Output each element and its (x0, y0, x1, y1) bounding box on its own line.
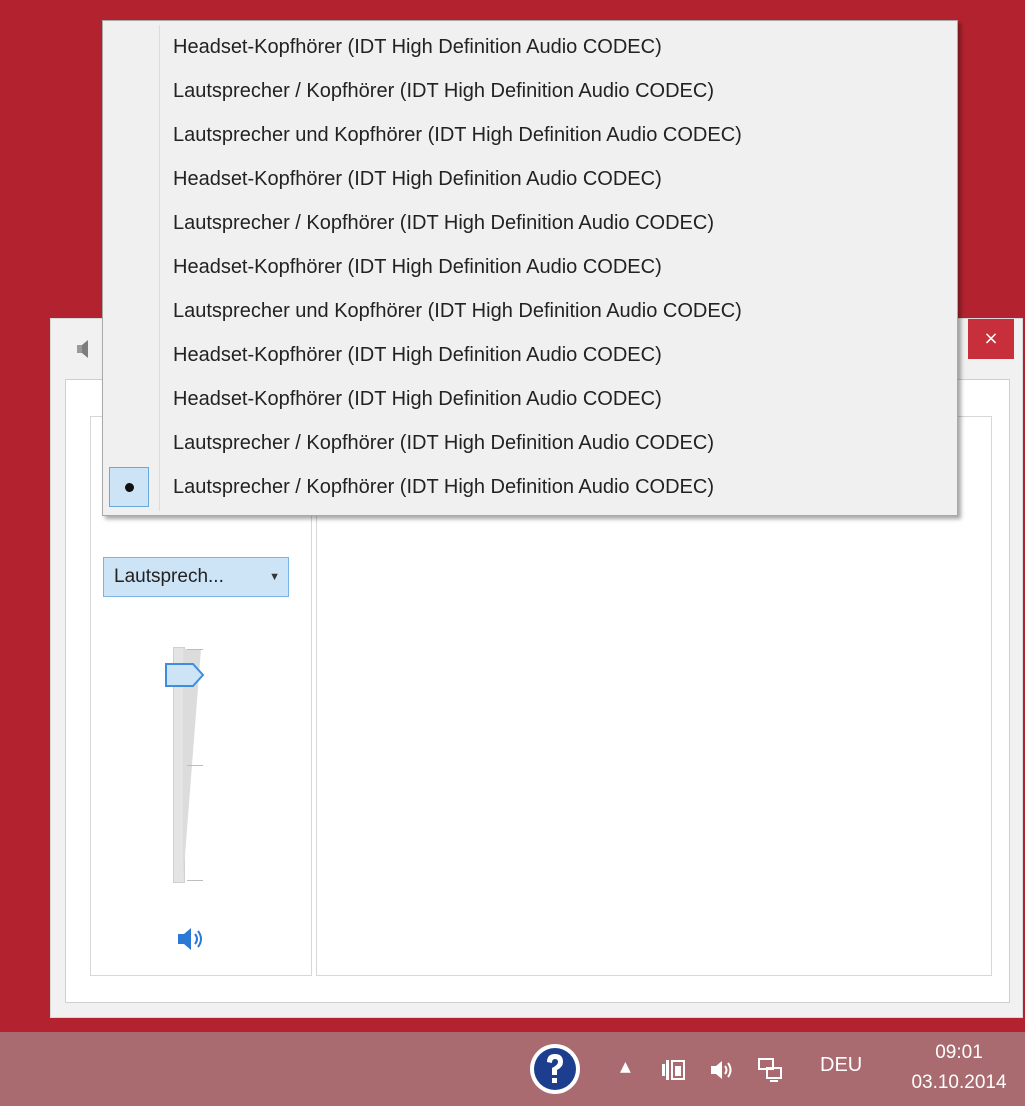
clock-time[interactable]: 09:01 (896, 1042, 1022, 1064)
power-icon[interactable] (660, 1056, 688, 1084)
menu-item-label: Lautsprecher und Kopfhörer (IDT High Def… (173, 124, 742, 146)
network-icon[interactable] (756, 1056, 784, 1084)
menu-item-label: Headset-Kopfhörer (IDT High Definition A… (173, 344, 662, 366)
menu-item-device[interactable]: Headset-Kopfhörer (IDT High Definition A… (105, 377, 955, 421)
clock-date[interactable]: 03.10.2014 (896, 1072, 1022, 1094)
menu-item-device[interactable]: Headset-Kopfhörer (IDT High Definition A… (105, 157, 955, 201)
slider-tick (187, 880, 203, 881)
menu-item-label: Headset-Kopfhörer (IDT High Definition A… (173, 388, 662, 410)
bullet-icon (125, 483, 134, 492)
slider-tick (187, 765, 203, 766)
menu-item-device[interactable]: Lautsprecher / Kopfhörer (IDT High Defin… (105, 69, 955, 113)
speaker-icon (77, 340, 88, 358)
menu-item-label: Headset-Kopfhörer (IDT High Definition A… (173, 168, 662, 190)
menu-item-label: Lautsprecher / Kopfhörer (IDT High Defin… (173, 476, 714, 498)
help-icon[interactable] (528, 1042, 582, 1096)
menu-item-device[interactable]: Lautsprecher / Kopfhörer (IDT High Defin… (105, 421, 955, 465)
selected-indicator (109, 467, 149, 507)
menu-item-device[interactable]: Lautsprecher / Kopfhörer (IDT High Defin… (105, 201, 955, 245)
menu-item-device[interactable]: Lautsprecher und Kopfhörer (IDT High Def… (105, 113, 955, 157)
menu-item-label: Lautsprecher / Kopfhörer (IDT High Defin… (173, 432, 714, 454)
speaker-icon[interactable] (175, 925, 207, 953)
close-button[interactable]: × (968, 319, 1014, 359)
device-menu: Headset-Kopfhörer (IDT High Definition A… (102, 20, 958, 516)
menu-item-label: Lautsprecher / Kopfhörer (IDT High Defin… (173, 212, 714, 234)
chevron-down-icon: ▼ (269, 571, 280, 583)
device-selector-label: Lautsprech... (114, 566, 224, 587)
show-hidden-icons-arrow[interactable]: ▲ (620, 1059, 631, 1075)
menu-item-device[interactable]: Lautsprecher und Kopfhörer (IDT High Def… (105, 289, 955, 333)
menu-item-label: Headset-Kopfhörer (IDT High Definition A… (173, 36, 662, 58)
input-language-indicator[interactable]: DEU (820, 1054, 862, 1077)
menu-item-label: Headset-Kopfhörer (IDT High Definition A… (173, 256, 662, 278)
slider-tick (187, 649, 203, 650)
taskbar: ▲ DEU 09:01 03.10.2014 (0, 1032, 1025, 1106)
volume-icon[interactable] (708, 1056, 736, 1084)
menu-item-label: Lautsprecher / Kopfhörer (IDT High Defin… (173, 80, 714, 102)
volume-slider-thumb[interactable] (165, 663, 205, 688)
device-selector-dropdown[interactable]: Lautsprech... ▼ (103, 557, 289, 597)
menu-item-device[interactable]: Headset-Kopfhörer (IDT High Definition A… (105, 245, 955, 289)
menu-item-label: Lautsprecher und Kopfhörer (IDT High Def… (173, 300, 742, 322)
menu-item-device[interactable]: Headset-Kopfhörer (IDT High Definition A… (105, 25, 955, 69)
menu-item-device-selected[interactable]: Lautsprecher / Kopfhörer (IDT High Defin… (105, 465, 955, 509)
menu-item-device[interactable]: Headset-Kopfhörer (IDT High Definition A… (105, 333, 955, 377)
